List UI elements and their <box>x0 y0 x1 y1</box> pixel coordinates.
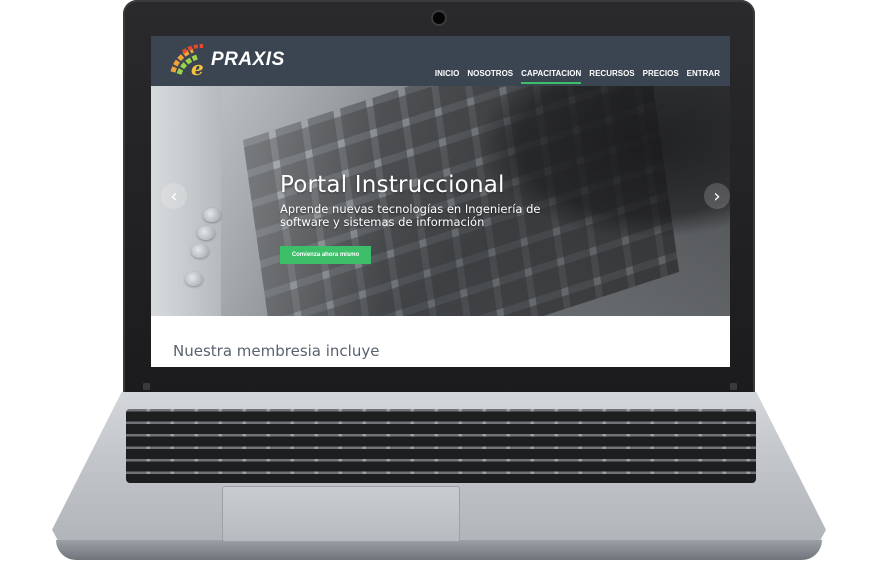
keyboard-keys <box>126 409 756 483</box>
lid-indicator <box>143 383 150 390</box>
lid-indicator <box>730 383 737 390</box>
nav-item-nosotros[interactable]: NOSOTROS <box>467 69 513 84</box>
nav-item-capacitacion[interactable]: CAPACITACION <box>521 69 582 84</box>
touchpad <box>222 486 460 542</box>
cta-button[interactable]: Comienza ahora mismo <box>280 246 371 264</box>
nav-item-precios[interactable]: PRECIOS <box>643 69 679 84</box>
main-menu: INICIO NOSOTROS CAPACITACION RECURSOS PR… <box>435 69 720 84</box>
praxis-logo-icon: e <box>170 44 204 78</box>
nav-item-entrar[interactable]: ENTRAR <box>687 69 720 84</box>
hero-overlay <box>151 86 730 316</box>
screen: e PRAXIS INICIO NOSOTROS CAPACITACION RE… <box>151 36 730 367</box>
section-title: Nuestra membresia incluye <box>173 342 380 360</box>
site-logo[interactable]: e PRAXIS <box>169 42 285 78</box>
nav-item-recursos[interactable]: RECURSOS <box>589 69 634 84</box>
nav-item-inicio[interactable]: INICIO <box>435 69 459 84</box>
hero-title: Portal Instruccional <box>280 172 505 198</box>
laptop-base-edge <box>56 540 822 560</box>
hero-carousel: ‹ › Portal Instruccional Aprende nuevas … <box>151 86 730 316</box>
logo-text: PRAXIS <box>211 49 285 70</box>
carousel-prev-icon[interactable]: ‹ <box>161 183 187 209</box>
hero-subtitle: Aprende nuevas tecnologías en Ingeniería… <box>280 202 541 229</box>
carousel-next-icon[interactable]: › <box>704 183 730 209</box>
svg-text:e: e <box>191 56 204 78</box>
top-navbar: e PRAXIS INICIO NOSOTROS CAPACITACION RE… <box>151 36 730 86</box>
webcam-icon <box>433 12 445 24</box>
